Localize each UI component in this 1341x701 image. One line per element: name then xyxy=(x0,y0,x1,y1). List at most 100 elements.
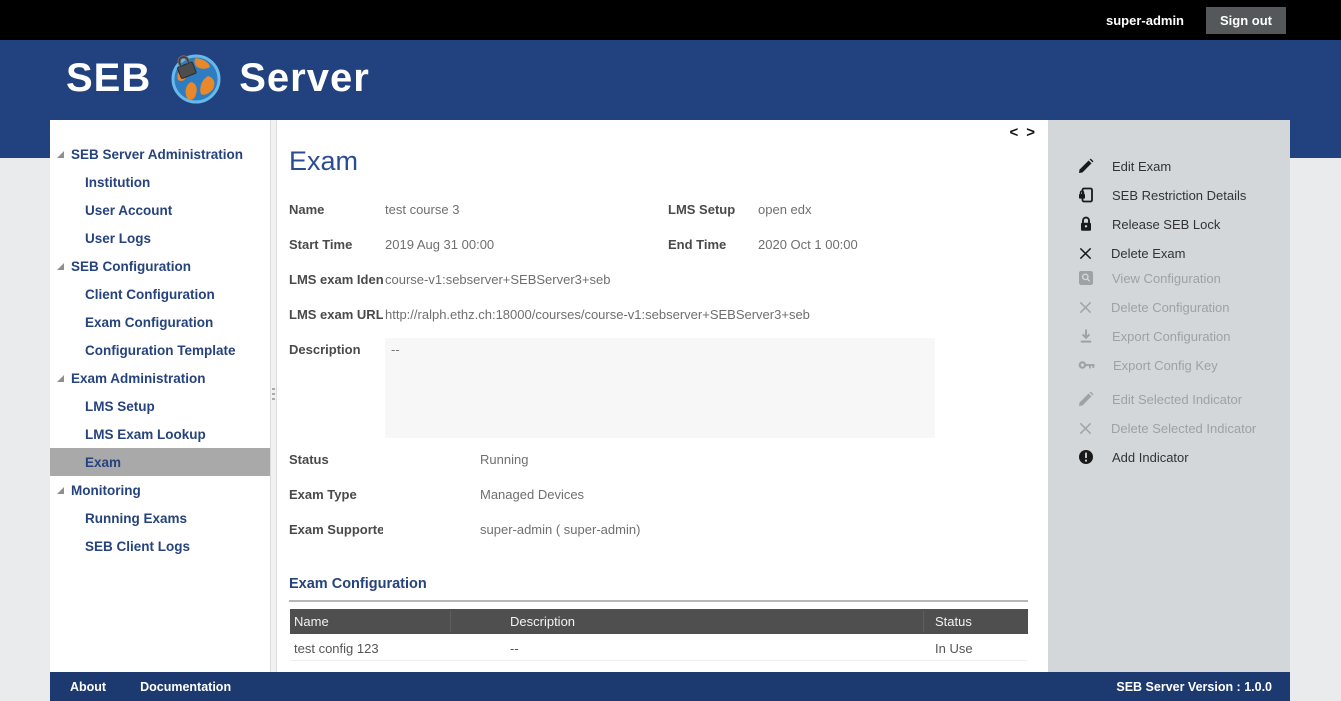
field-label-exam-supporter: Exam Supporter xyxy=(289,522,383,537)
field-label-exam-type: Exam Type xyxy=(289,487,383,502)
sidebar-item-label: Monitoring xyxy=(71,483,141,498)
splitter-sash[interactable] xyxy=(270,120,277,672)
action-delete-exam[interactable]: Delete Exam xyxy=(1048,243,1290,263)
sign-out-button[interactable]: Sign out xyxy=(1206,7,1286,34)
field-value-lms-exam-identifier: course-v1:sebserver+SEBServer3+seb xyxy=(385,272,610,287)
field-label-lms-setup: LMS Setup xyxy=(668,202,762,217)
brand-text-server: Server xyxy=(239,56,370,101)
sidebar-item-lms-setup[interactable]: LMS Setup xyxy=(50,392,270,420)
tree-expand-icon[interactable] xyxy=(57,263,64,270)
x-icon xyxy=(1078,300,1093,315)
action-add-indicator[interactable]: Add Indicator xyxy=(1048,447,1290,467)
sidebar-item-label: Exam Administration xyxy=(71,371,206,386)
tree-expand-icon[interactable] xyxy=(57,487,64,494)
lock-icon xyxy=(1078,216,1094,232)
restriction-icon xyxy=(1078,187,1094,203)
sidebar-item-label: Exam xyxy=(85,455,121,470)
field-value-status: Running xyxy=(480,452,528,467)
action-release-seb-lock[interactable]: Release SEB Lock xyxy=(1048,214,1290,234)
exam-configuration-heading: Exam Configuration xyxy=(289,576,427,592)
sidebar-item-label: SEB Client Logs xyxy=(85,539,190,554)
action-export-configuration[interactable]: Export Configuration xyxy=(1048,326,1290,346)
table-row[interactable]: test config 123 -- In Use xyxy=(290,634,1028,661)
exclamation-circle-icon xyxy=(1078,449,1094,465)
field-label-lms-exam-identifier: LMS exam Identifier xyxy=(289,272,383,287)
sidebar-item-seb-client-logs[interactable]: SEB Client Logs xyxy=(50,532,270,560)
sidebar-item-label: SEB Server Administration xyxy=(71,147,243,162)
page-title: Exam xyxy=(289,146,358,177)
cell-status: In Use xyxy=(935,641,973,656)
action-edit-selected-indicator[interactable]: Edit Selected Indicator xyxy=(1048,389,1290,409)
sidebar-item-label: Institution xyxy=(85,175,150,190)
field-label-start-time: Start Time xyxy=(289,237,383,252)
column-header-status[interactable]: Status xyxy=(935,614,972,629)
sidebar-item-label: Exam Configuration xyxy=(85,315,213,330)
action-seb-restriction-details[interactable]: SEB Restriction Details xyxy=(1048,185,1290,205)
field-value-name: test course 3 xyxy=(385,202,459,217)
sidebar-item-monitoring[interactable]: Monitoring xyxy=(50,476,270,504)
sidebar-item-exam-configuration[interactable]: Exam Configuration xyxy=(50,308,270,336)
about-link[interactable]: About xyxy=(70,680,106,694)
column-separator xyxy=(450,611,451,632)
sidebar-item-client-configuration[interactable]: Client Configuration xyxy=(50,280,270,308)
field-label-status: Status xyxy=(289,452,383,467)
sidebar-item-lms-exam-lookup[interactable]: LMS Exam Lookup xyxy=(50,420,270,448)
nav-prev-icon[interactable]: < xyxy=(1006,124,1023,141)
sidebar-item-label: User Account xyxy=(85,203,172,218)
x-icon xyxy=(1078,246,1093,261)
sidebar-item-label: Configuration Template xyxy=(85,343,236,358)
field-label-lms-exam-url: LMS exam URL xyxy=(289,307,383,322)
sidebar-item-user-account[interactable]: User Account xyxy=(50,196,270,224)
tree-expand-icon[interactable] xyxy=(57,151,64,158)
action-delete-configuration[interactable]: Delete Configuration xyxy=(1048,297,1290,317)
column-header-description[interactable]: Description xyxy=(510,614,575,629)
field-value-exam-supporter: super-admin ( super-admin) xyxy=(480,522,640,537)
sidebar-item-exam-administration[interactable]: Exam Administration xyxy=(50,364,270,392)
action-panel: Edit Exam SEB Restriction Details Releas… xyxy=(1048,120,1290,672)
sidebar-item-user-logs[interactable]: User Logs xyxy=(50,224,270,252)
sidebar-item-label: LMS Exam Lookup xyxy=(85,427,206,442)
field-value-exam-type: Managed Devices xyxy=(480,487,584,502)
download-icon xyxy=(1078,328,1094,344)
nav-next-icon[interactable]: > xyxy=(1023,124,1040,141)
top-bar: super-admin Sign out xyxy=(0,0,1341,40)
x-icon xyxy=(1078,421,1093,436)
sidebar-item-institution[interactable]: Institution xyxy=(50,168,270,196)
sidebar-item-label: Running Exams xyxy=(85,511,187,526)
column-separator xyxy=(923,611,924,632)
footer-bar: About Documentation SEB Server Version :… xyxy=(50,672,1290,701)
sash-grip-icon[interactable] xyxy=(272,388,275,402)
table-header-row[interactable]: Name Description Status xyxy=(290,609,1028,634)
field-value-start-time: 2019 Aug 31 00:00 xyxy=(385,237,494,252)
key-icon xyxy=(1078,357,1095,373)
field-label-end-time: End Time xyxy=(668,237,762,252)
field-label-name: Name xyxy=(289,202,383,217)
action-view-configuration[interactable]: View Configuration xyxy=(1048,268,1290,288)
sidebar-item-running-exams[interactable]: Running Exams xyxy=(50,504,270,532)
version-label: SEB Server Version : 1.0.0 xyxy=(1116,680,1272,694)
cell-name: test config 123 xyxy=(294,641,379,656)
action-edit-exam[interactable]: Edit Exam xyxy=(1048,156,1290,176)
column-header-name[interactable]: Name xyxy=(294,614,329,629)
logged-in-username: super-admin xyxy=(1106,13,1184,28)
section-divider xyxy=(289,600,1028,602)
sidebar-navigation: SEB Server Administration Institution Us… xyxy=(50,120,270,672)
sidebar-item-exam[interactable]: Exam xyxy=(50,448,270,476)
sidebar-item-label: Client Configuration xyxy=(85,287,215,302)
sidebar-item-seb-configuration[interactable]: SEB Configuration xyxy=(50,252,270,280)
main-layout: SEB Server Administration Institution Us… xyxy=(50,120,1290,672)
action-delete-selected-indicator[interactable]: Delete Selected Indicator xyxy=(1048,418,1290,438)
cell-description: -- xyxy=(510,641,519,656)
description-textarea[interactable]: -- xyxy=(385,338,935,438)
sidebar-item-seb-server-administration[interactable]: SEB Server Administration xyxy=(50,140,270,168)
action-export-config-key[interactable]: Export Config Key xyxy=(1048,355,1290,375)
seb-server-logo: SEB Server xyxy=(66,52,370,104)
sidebar-item-label: SEB Configuration xyxy=(71,259,191,274)
documentation-link[interactable]: Documentation xyxy=(140,680,231,694)
pencil-icon xyxy=(1078,158,1094,174)
tree-expand-icon[interactable] xyxy=(57,375,64,382)
sidebar-item-configuration-template[interactable]: Configuration Template xyxy=(50,336,270,364)
search-square-icon xyxy=(1078,270,1094,286)
field-label-description: Description xyxy=(289,342,383,357)
exam-configuration-table: Name Description Status test config 123 … xyxy=(290,609,1028,661)
